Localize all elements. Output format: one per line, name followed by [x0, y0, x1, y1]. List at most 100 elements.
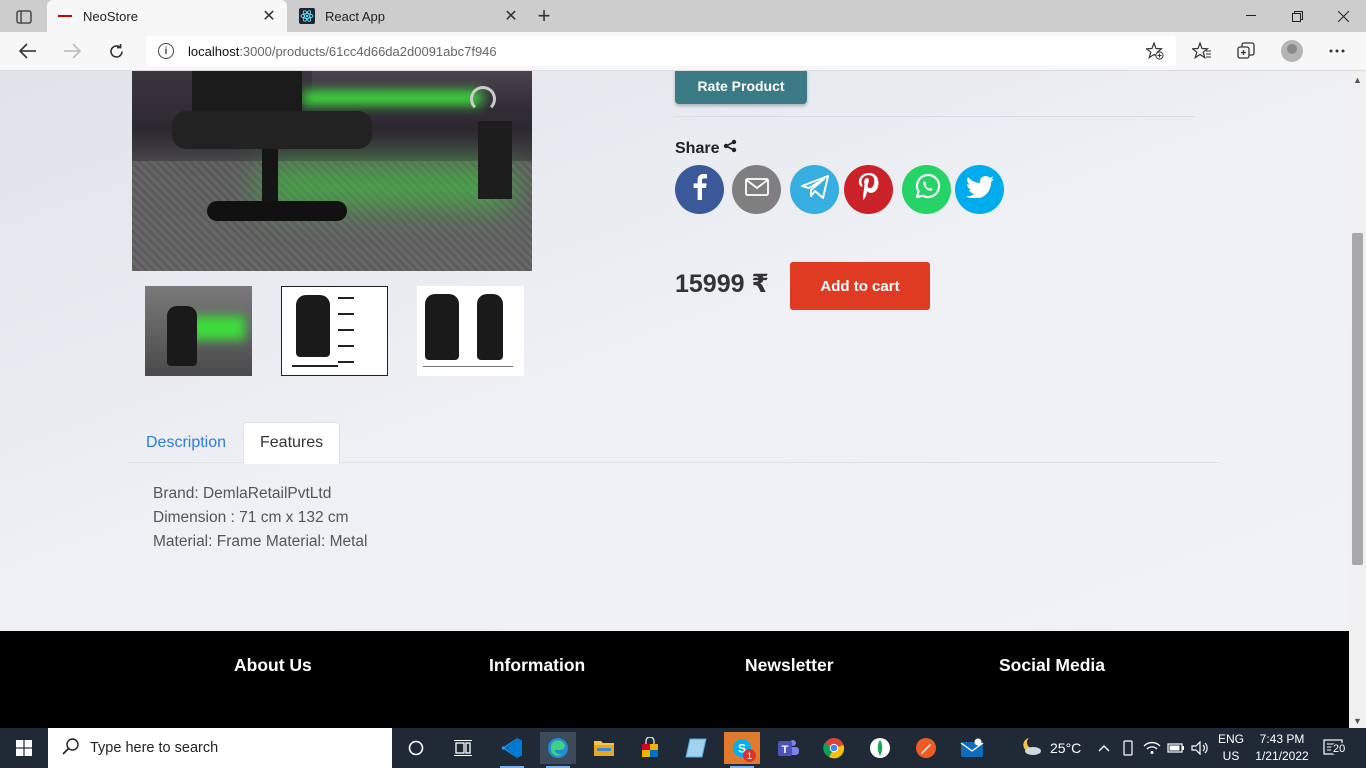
refresh-icon[interactable] [101, 37, 131, 65]
telegram-share-button[interactable] [790, 165, 839, 214]
footer-information-heading: Information [489, 655, 586, 675]
chrome-icon[interactable] [816, 732, 852, 764]
share-icon [723, 139, 737, 158]
moon-cloud-icon [1020, 736, 1042, 759]
footer-about-us-heading: About Us [234, 655, 312, 675]
notification-center-icon[interactable]: 20 [1323, 739, 1349, 757]
file-explorer-icon[interactable] [586, 732, 622, 764]
teams-icon[interactable]: T [770, 732, 806, 764]
facebook-share-button[interactable] [675, 165, 724, 214]
scroll-up-arrow-icon[interactable]: ▲ [1353, 75, 1362, 85]
more-options-icon[interactable] [1323, 38, 1351, 64]
weather-widget[interactable]: 25°C [1020, 736, 1081, 759]
language-indicator[interactable]: ENG US [1214, 732, 1248, 763]
windows-taskbar: Type here to search S 1 T 25°C ENG US 7:… [0, 728, 1366, 768]
product-thumbnail-2[interactable] [281, 286, 388, 376]
scroll-down-arrow-icon[interactable]: ▼ [1353, 716, 1362, 726]
share-label: Share [675, 139, 737, 158]
app-bag-icon[interactable] [632, 732, 668, 764]
add-to-cart-button[interactable]: Add to cart [790, 262, 930, 310]
close-window-icon[interactable] [1320, 0, 1366, 32]
clock[interactable]: 7:43 PM 1/21/2022 [1250, 732, 1314, 763]
tab-title: NeoStore [83, 8, 138, 24]
product-price: 15999 ₹ [675, 270, 769, 298]
network-icon[interactable] [1142, 732, 1162, 764]
share-label-text: Share [675, 139, 720, 157]
product-thumbnails [145, 286, 524, 376]
language-label: ENG [1217, 732, 1244, 746]
url-field[interactable]: i localhost:3000/products/61cc4d66da2d00… [146, 36, 1176, 66]
browser-tab-bar: NeoStore ✕ React App ✕ + [0, 0, 1366, 32]
url-host: localhost [188, 43, 240, 59]
taskbar-search-input[interactable]: Type here to search [48, 728, 392, 768]
tab-neostore[interactable]: NeoStore ✕ [47, 0, 287, 32]
pinterest-share-button[interactable] [844, 165, 893, 214]
close-tab-icon[interactable]: ✕ [503, 8, 519, 25]
clock-time: 7:43 PM [1259, 732, 1305, 746]
product-info-tabs: Description Features [128, 422, 1220, 464]
footer-social-media-heading: Social Media [999, 655, 1106, 675]
product-thumbnail-1[interactable] [145, 286, 252, 376]
feature-dimension: Dimension : 71 cm x 132 cm [153, 509, 349, 526]
tab-features[interactable]: Features [243, 422, 341, 464]
feature-brand: Brand: DemlaRetailPvtLtd [153, 485, 332, 502]
battery-icon[interactable] [1166, 732, 1186, 764]
site-footer: About Us Information Newsletter Social M… [0, 631, 1349, 728]
mail-app-icon[interactable] [954, 732, 990, 764]
tab-description[interactable]: Description [130, 422, 242, 464]
cortana-icon[interactable] [398, 732, 434, 764]
whatsapp-icon [913, 173, 941, 206]
volume-icon[interactable] [1190, 732, 1210, 764]
twitter-share-button[interactable] [955, 165, 1004, 214]
whatsapp-share-button[interactable] [902, 165, 951, 214]
feature-material: Material: Frame Material: Metal [153, 533, 368, 550]
email-share-button[interactable] [732, 165, 781, 214]
new-tab-button[interactable]: + [532, 3, 556, 28]
product-thumbnail-3[interactable] [417, 286, 524, 376]
show-hidden-icons-chevron-icon[interactable] [1094, 732, 1114, 764]
device-icon[interactable] [1118, 732, 1138, 764]
product-main-image [132, 71, 532, 271]
svg-text:T: T [782, 744, 789, 756]
search-placeholder: Type here to search [90, 740, 219, 756]
notes-app-icon[interactable] [678, 732, 714, 764]
telegram-icon [800, 174, 830, 205]
pinterest-icon [857, 173, 881, 206]
notification-count: 20 [1331, 743, 1348, 755]
mongodb-compass-icon[interactable] [862, 732, 898, 764]
share-buttons [675, 165, 1012, 214]
search-icon [62, 737, 80, 759]
close-tab-icon[interactable]: ✕ [261, 8, 277, 25]
rate-product-button[interactable]: Rate Product [675, 71, 807, 104]
neostore-favicon-icon [57, 8, 73, 24]
facebook-icon [693, 174, 707, 205]
tab-react-app[interactable]: React App ✕ [289, 0, 529, 32]
page-scrollbar[interactable]: ▲ ▼ [1349, 71, 1366, 728]
email-icon [744, 178, 769, 201]
back-arrow-icon[interactable] [13, 37, 43, 65]
scrollbar-thumb[interactable] [1352, 233, 1363, 565]
site-info-icon[interactable]: i [158, 43, 174, 59]
browser-address-bar: i localhost:3000/products/61cc4d66da2d00… [0, 32, 1366, 71]
task-view-icon[interactable] [445, 732, 481, 764]
tab-actions-menu-icon[interactable] [10, 6, 38, 28]
profile-avatar[interactable] [1281, 40, 1303, 62]
divider [675, 116, 1195, 117]
features-list: Brand: DemlaRetailPvtLtd Dimension : 71 … [153, 482, 367, 554]
react-favicon-icon [299, 8, 315, 24]
collections-icon[interactable] [1232, 38, 1260, 64]
restore-window-icon[interactable] [1274, 0, 1320, 32]
footer-newsletter-heading: Newsletter [745, 655, 834, 675]
url-path: :3000/products/61cc4d66da2d0091abc7f946 [239, 43, 497, 59]
forward-arrow-icon[interactable] [57, 37, 87, 65]
region-label: US [1222, 749, 1240, 763]
minimize-window-icon[interactable] [1228, 0, 1274, 32]
add-favorite-icon[interactable] [1144, 41, 1164, 63]
temperature-label: 25°C [1050, 739, 1082, 756]
edge-browser-icon[interactable] [540, 732, 576, 768]
vscode-icon[interactable] [494, 732, 530, 768]
favorites-icon[interactable] [1188, 38, 1216, 64]
postman-icon[interactable] [908, 732, 944, 764]
skype-icon[interactable]: S 1 [724, 732, 760, 768]
windows-start-icon[interactable] [0, 728, 48, 768]
